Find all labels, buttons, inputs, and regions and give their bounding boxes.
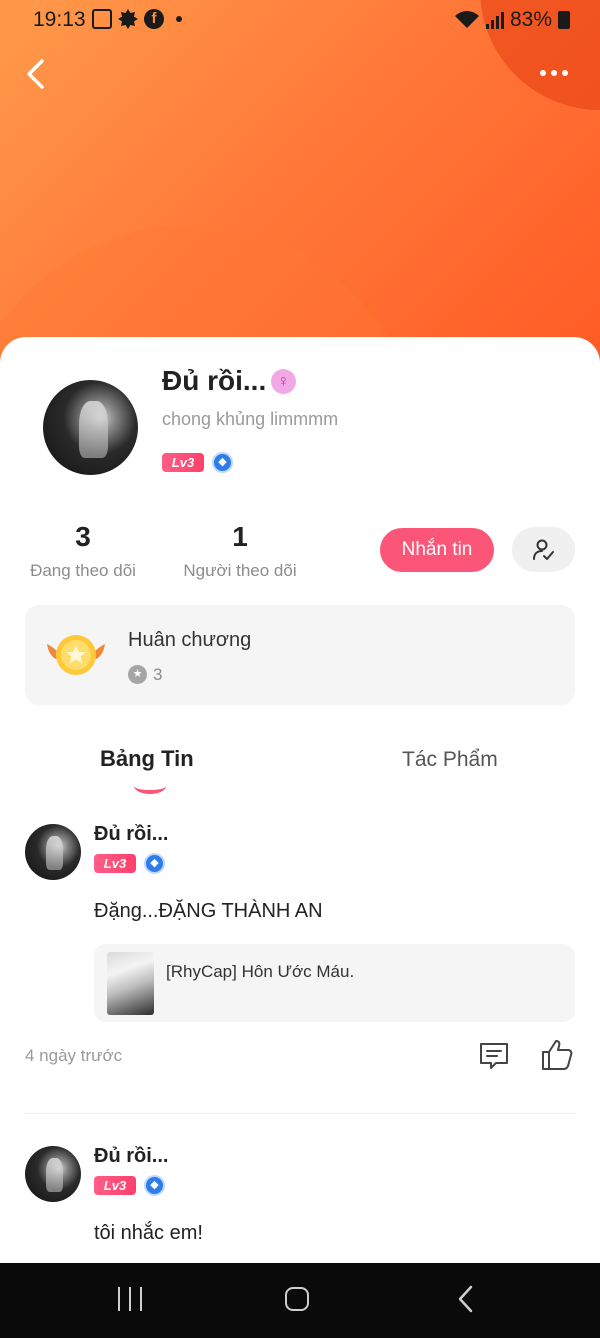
- message-button[interactable]: Nhắn tin: [380, 528, 494, 572]
- medal-card[interactable]: [25, 605, 575, 705]
- level-badge: Lv3: [162, 453, 204, 472]
- battery-icon: [558, 11, 570, 29]
- comment-icon[interactable]: [478, 1040, 510, 1072]
- thumbs-up-icon[interactable]: [540, 1038, 574, 1072]
- dot-icon: [176, 16, 182, 22]
- following-label[interactable]: Đang theo dõi: [18, 561, 148, 581]
- linked-work-title: [RhyCap] Hôn Ước Máu.: [166, 962, 355, 981]
- post-divider: [25, 1113, 575, 1114]
- tab-indicator: [134, 778, 166, 794]
- status-bar: 19:13 f 83%: [0, 0, 600, 40]
- profile-header-background: [0, 0, 600, 380]
- system-status: 83%: [454, 8, 570, 32]
- back-icon[interactable]: [456, 1285, 476, 1313]
- profile-name: Đủ rồi...: [162, 365, 267, 396]
- chevron-left-icon[interactable]: [22, 58, 52, 90]
- post-level-badge: Lv3: [94, 1176, 136, 1195]
- post-level-badge: Lv3: [94, 854, 136, 873]
- post-author-name[interactable]: Đủ rồi...: [94, 823, 168, 846]
- winged-medal-icon: [47, 635, 105, 675]
- medal-count: 3: [153, 665, 163, 684]
- followers-count[interactable]: 1: [220, 521, 260, 553]
- cog-icon: [118, 9, 138, 29]
- gender-female-icon: ♀: [271, 369, 296, 394]
- profile-card: [0, 337, 600, 1263]
- post-author-avatar[interactable]: [25, 1146, 81, 1202]
- post-author-avatar[interactable]: [25, 824, 81, 880]
- status-time: 19:13: [33, 8, 86, 31]
- followers-label[interactable]: Người theo dõi: [172, 561, 308, 581]
- gallery-icon: [92, 9, 112, 29]
- vip-diamond-icon: ◆: [212, 452, 233, 473]
- facebook-icon: f: [144, 9, 164, 29]
- battery-percent: 83%: [509, 8, 552, 31]
- post-text[interactable]: Đặng...ĐẶNG THÀNH AN: [94, 900, 323, 923]
- signal-icon: [485, 11, 504, 29]
- tab-works[interactable]: Tác Phẩm: [402, 748, 498, 772]
- following-count[interactable]: 3: [63, 521, 103, 553]
- linked-work-thumbnail: [107, 952, 154, 1015]
- post-timestamp: 4 ngày trước: [25, 1046, 123, 1065]
- home-icon[interactable]: [285, 1287, 309, 1311]
- profile-bio: chong khủng limmmm: [162, 409, 339, 429]
- star-circle-icon: ★: [128, 665, 147, 684]
- post-text[interactable]: tôi nhắc em!: [94, 1222, 203, 1245]
- medal-title: Huân chương: [128, 629, 252, 651]
- user-check-icon: [533, 539, 554, 560]
- tab-feed[interactable]: Bảng Tin: [100, 746, 194, 772]
- vip-diamond-icon: ◆: [144, 853, 165, 874]
- post-linked-work[interactable]: [94, 944, 575, 1022]
- more-dots-icon[interactable]: [540, 70, 568, 76]
- post-author-name[interactable]: Đủ rồi...: [94, 1145, 168, 1168]
- recent-apps-icon[interactable]: [118, 1287, 142, 1311]
- vip-diamond-icon: ◆: [144, 1175, 165, 1196]
- follow-button[interactable]: [512, 527, 575, 572]
- profile-avatar[interactable]: [43, 380, 138, 475]
- notification-icons: f: [92, 9, 182, 29]
- wifi-icon: [454, 11, 479, 28]
